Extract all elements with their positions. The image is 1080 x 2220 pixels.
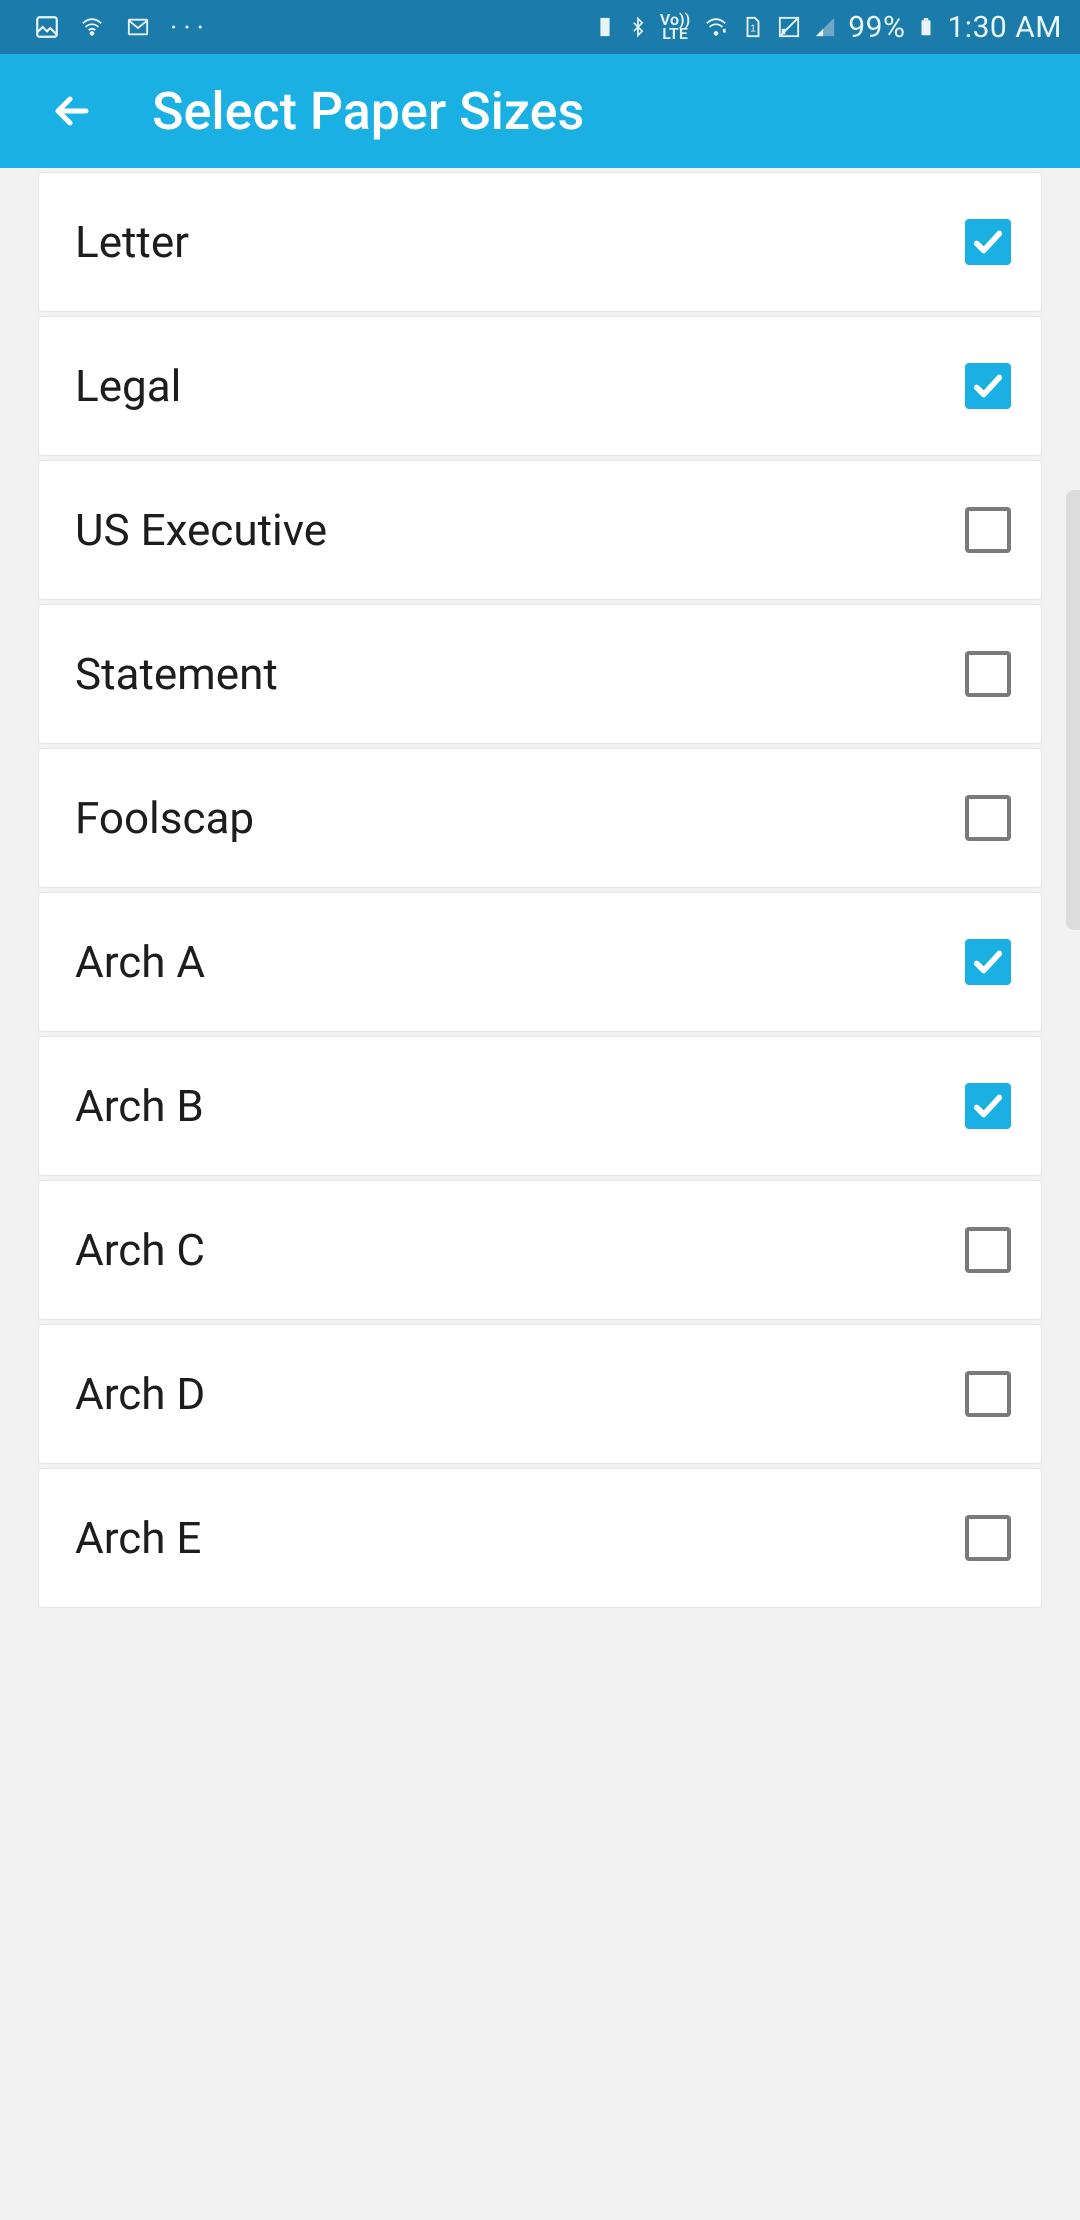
check-icon	[971, 1089, 1005, 1123]
back-arrow-icon	[48, 87, 96, 135]
page-title: Select Paper Sizes	[152, 81, 584, 142]
gmail-icon	[124, 16, 152, 38]
list-item[interactable]: Legal	[38, 316, 1042, 456]
checkbox[interactable]	[965, 1227, 1011, 1273]
check-icon	[971, 945, 1005, 979]
checkbox[interactable]	[965, 1371, 1011, 1417]
list-item-label: Arch B	[75, 1080, 204, 1132]
check-icon	[971, 369, 1005, 403]
list-item-label: Arch D	[75, 1368, 205, 1420]
list-item[interactable]: Arch C	[38, 1180, 1042, 1320]
list-item-label: Arch C	[75, 1224, 205, 1276]
volte-icon: Vo))LTE	[660, 13, 690, 42]
bluetooth-icon	[628, 13, 648, 41]
list-item[interactable]: US Executive	[38, 460, 1042, 600]
list-item[interactable]: Arch D	[38, 1324, 1042, 1464]
list-item-label: Legal	[75, 360, 181, 412]
signal-2-icon	[814, 16, 836, 38]
list-item[interactable]: Foolscap	[38, 748, 1042, 888]
list-item[interactable]: Arch E	[38, 1468, 1042, 1608]
wifi-alert-icon	[702, 16, 730, 38]
app-update-icon	[594, 14, 616, 40]
more-icon: ···	[170, 11, 210, 44]
battery-icon	[917, 13, 935, 41]
list-item[interactable]: Arch B	[38, 1036, 1042, 1176]
back-button[interactable]	[32, 71, 112, 151]
checkbox[interactable]	[965, 1083, 1011, 1129]
checkbox[interactable]	[965, 1515, 1011, 1561]
checkbox[interactable]	[965, 219, 1011, 265]
list-item[interactable]: Statement	[38, 604, 1042, 744]
list-item-label: US Executive	[75, 504, 327, 556]
checkbox[interactable]	[965, 363, 1011, 409]
signal-1-icon	[776, 16, 802, 38]
status-bar: ··· Vo))LTE 1 99%	[0, 0, 1080, 54]
list-item-label: Arch E	[75, 1512, 201, 1564]
list-item-label: Arch A	[75, 936, 205, 988]
scroll-indicator[interactable]	[1066, 490, 1080, 930]
status-left: ···	[34, 11, 210, 44]
svg-text:1: 1	[750, 24, 756, 35]
checkbox[interactable]	[965, 795, 1011, 841]
status-right: Vo))LTE 1 99% 1:30 AM	[594, 10, 1062, 45]
list-item-label: Foolscap	[75, 792, 254, 844]
app-bar: Select Paper Sizes	[0, 54, 1080, 168]
checkbox[interactable]	[965, 939, 1011, 985]
list-item[interactable]: Arch A	[38, 892, 1042, 1032]
checkbox[interactable]	[965, 507, 1011, 553]
checkbox[interactable]	[965, 651, 1011, 697]
check-icon	[971, 225, 1005, 259]
clock: 1:30 AM	[947, 10, 1062, 45]
list-item[interactable]: Letter	[38, 172, 1042, 312]
list-item-label: Letter	[75, 216, 189, 268]
wifi-icon	[78, 16, 106, 38]
paper-size-list[interactable]: Letter Legal US Executive Statement Foolscap…	[0, 168, 1080, 2220]
picture-icon	[34, 14, 60, 40]
battery-percentage: 99%	[848, 10, 905, 45]
list-item-label: Statement	[75, 648, 278, 700]
sim-icon: 1	[742, 14, 764, 40]
